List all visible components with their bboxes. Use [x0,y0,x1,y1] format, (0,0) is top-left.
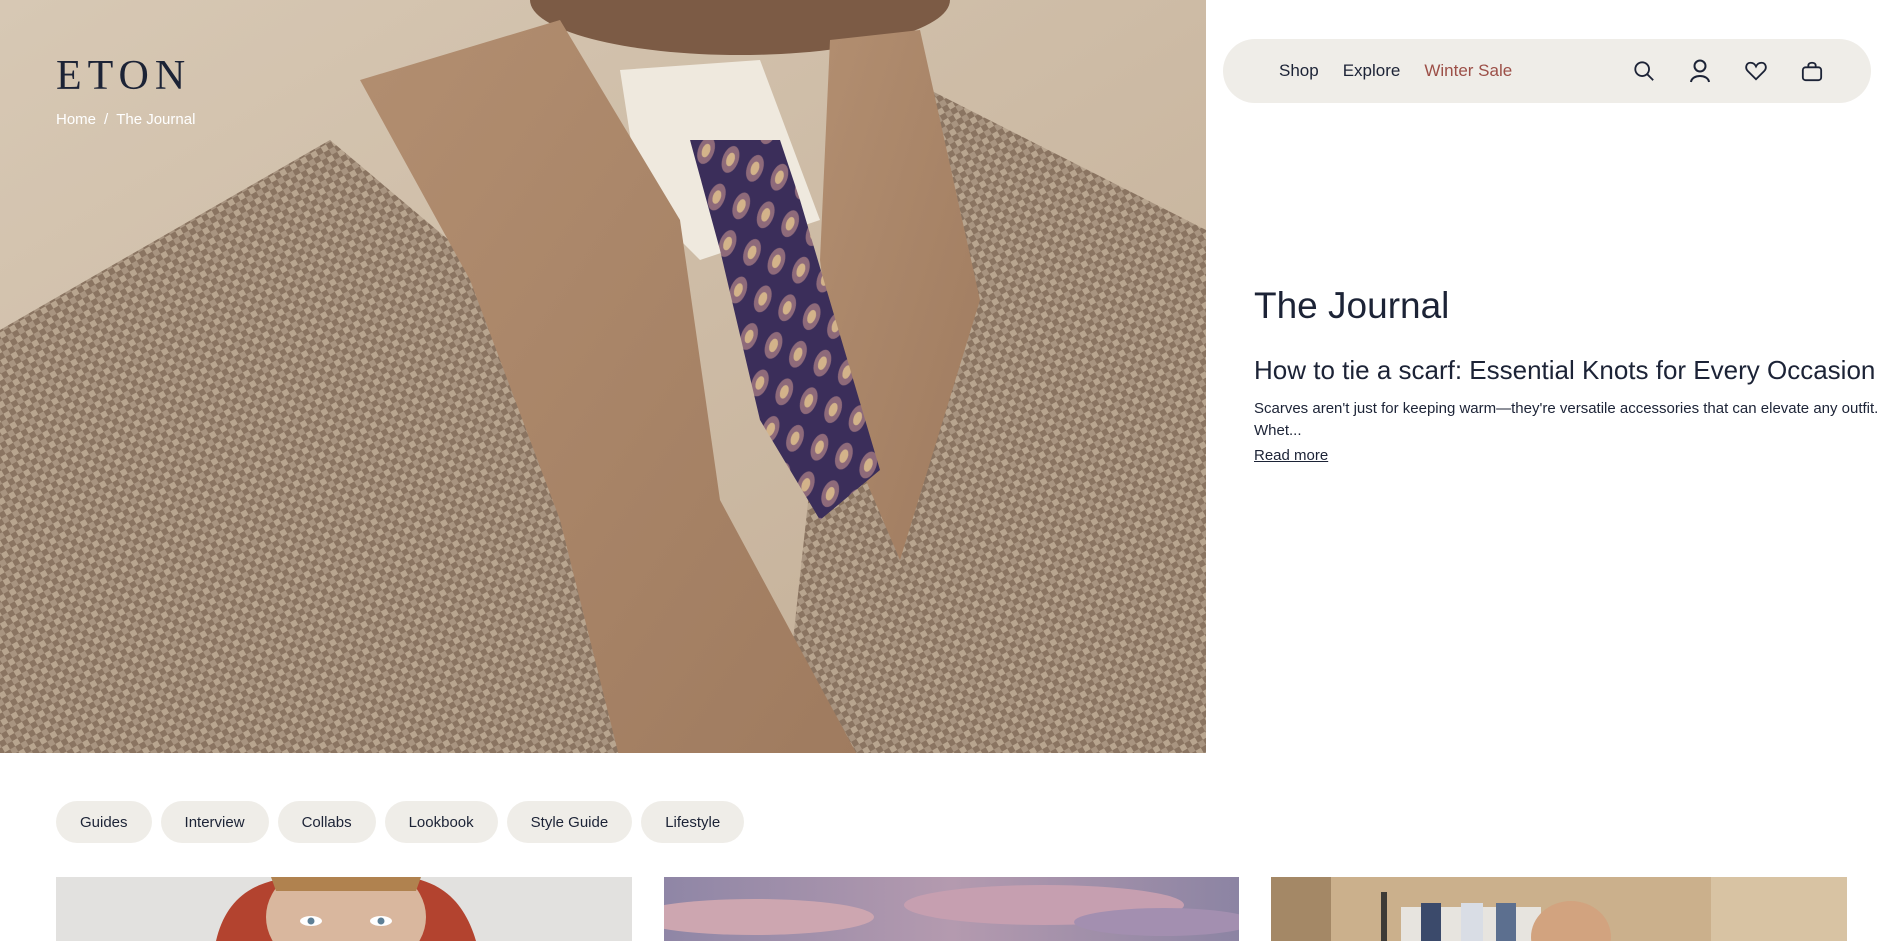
category-chip-collabs[interactable]: Collabs [277,801,376,843]
wishlist-icon[interactable] [1745,59,1767,83]
breadcrumb: Home / The Journal [56,111,195,128]
nav-explore[interactable]: Explore [1343,61,1401,81]
article-card[interactable] [664,877,1239,941]
nav-winter-sale[interactable]: Winter Sale [1424,61,1512,81]
read-more-link[interactable]: Read more [1254,447,1328,464]
category-filters: Guides Interview Collabs Lookbook Style … [56,801,745,843]
brand-logo[interactable]: ETON [56,52,191,100]
main-nav: Shop Explore Winter Sale [1223,39,1871,103]
sunset-sky-image [664,877,1239,941]
page-title: The Journal [1254,285,1450,326]
breadcrumb-separator: / [104,111,109,128]
breadcrumb-home[interactable]: Home [56,111,96,128]
article-card[interactable] [1271,877,1847,941]
category-chip-lifestyle[interactable]: Lifestyle [641,801,745,843]
breadcrumb-current[interactable]: The Journal [116,111,195,128]
featured-article: The Journal How to tie a scarf: Essentia… [1254,285,1894,465]
bag-icon[interactable] [1801,59,1823,83]
article-card[interactable] [56,877,632,941]
store-interior-image [1271,877,1847,941]
model-portrait-image [56,877,632,941]
category-chip-guides[interactable]: Guides [56,801,152,843]
account-icon[interactable] [1689,59,1711,83]
category-chip-lookbook[interactable]: Lookbook [384,801,498,843]
article-excerpt: Scarves aren't just for keeping warm—the… [1254,400,1879,439]
article-title[interactable]: How to tie a scarf: Essential Knots for … [1254,355,1894,386]
nav-shop[interactable]: Shop [1279,61,1319,81]
category-chip-style-guide[interactable]: Style Guide [506,801,633,843]
hero-image: ETON Home / The Journal [0,0,1206,753]
category-chip-interview[interactable]: Interview [160,801,269,843]
search-icon[interactable] [1633,59,1655,83]
